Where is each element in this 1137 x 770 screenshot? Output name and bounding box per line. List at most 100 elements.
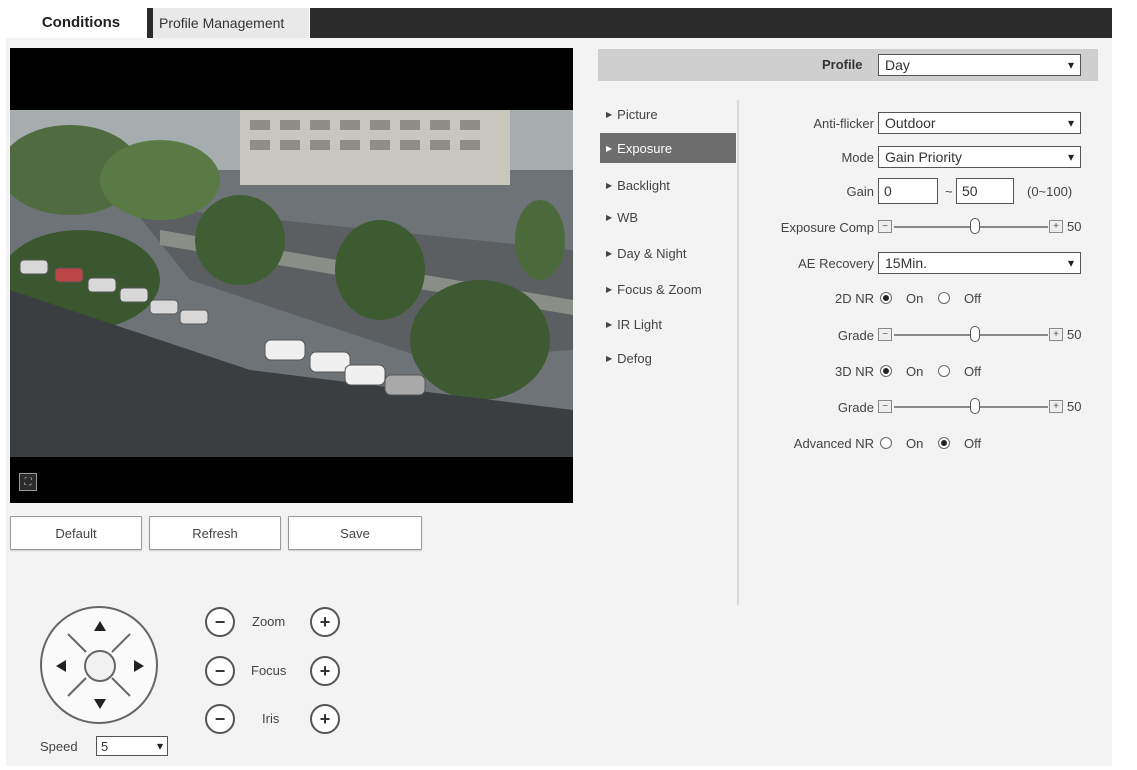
nr2d-off-label: Off bbox=[964, 291, 982, 306]
chevron-down-icon: ▾ bbox=[1067, 150, 1074, 164]
nr3d-grade-plus-button[interactable]: + bbox=[1049, 400, 1063, 413]
anti-flicker-value: Outdoor bbox=[885, 115, 936, 131]
profile-label: Profile bbox=[822, 57, 863, 72]
mode-label: Mode bbox=[841, 150, 874, 165]
iris-label: Iris bbox=[262, 711, 280, 726]
menu-item-label: Day & Night bbox=[617, 245, 687, 261]
refresh-button[interactable]: Refresh bbox=[149, 516, 281, 550]
tab-conditions[interactable]: Conditions bbox=[16, 6, 146, 38]
video-preview[interactable]: ⛶ bbox=[10, 48, 573, 503]
chevron-down-icon: ▾ bbox=[156, 739, 163, 753]
gain-max-input[interactable]: 50 bbox=[956, 178, 1014, 204]
menu-item-wb[interactable]: ▶ WB bbox=[600, 202, 736, 232]
triangle-right-icon: ▶ bbox=[606, 319, 613, 329]
triangle-right-icon: ▶ bbox=[606, 212, 613, 222]
triangle-right-icon: ▶ bbox=[606, 180, 613, 190]
ae-recovery-value: 15Min. bbox=[885, 255, 928, 271]
nr3d-on-radio[interactable] bbox=[880, 365, 892, 377]
triangle-right-icon: ▶ bbox=[606, 143, 613, 153]
menu-item-backlight[interactable]: ▶ Backlight bbox=[600, 170, 736, 200]
nr3d-grade-slider-thumb[interactable] bbox=[970, 398, 980, 414]
tab-bar-background bbox=[310, 8, 1112, 38]
nr2d-on-radio[interactable] bbox=[880, 292, 892, 304]
nr3d-on-label: On bbox=[906, 364, 924, 379]
chevron-down-icon: ▾ bbox=[1067, 256, 1074, 270]
ptz-left-arrow-icon[interactable] bbox=[56, 660, 66, 672]
speed-label: Speed bbox=[40, 739, 78, 754]
iris-open-button[interactable]: + bbox=[310, 704, 340, 734]
tab-profile-management[interactable]: Profile Management bbox=[147, 8, 309, 38]
save-button[interactable]: Save bbox=[288, 516, 422, 550]
focus-label: Focus bbox=[251, 663, 287, 678]
iris-close-button[interactable]: − bbox=[205, 704, 235, 734]
focus-far-button[interactable]: + bbox=[310, 656, 340, 686]
ptz-up-arrow-icon[interactable] bbox=[94, 621, 106, 631]
nr3d-off-label: Off bbox=[964, 364, 982, 379]
anti-flicker-label: Anti-flicker bbox=[813, 116, 874, 131]
menu-item-picture[interactable]: ▶ Picture bbox=[600, 99, 736, 129]
nr3d-off-radio[interactable] bbox=[938, 365, 950, 377]
triangle-right-icon: ▶ bbox=[606, 109, 613, 119]
menu-item-label: Backlight bbox=[617, 177, 670, 193]
profile-select[interactable]: Day ▾ bbox=[878, 54, 1081, 76]
exposure-comp-minus-button[interactable]: − bbox=[878, 220, 892, 233]
menu-item-ir-light[interactable]: ▶ IR Light bbox=[600, 309, 736, 339]
ae-recovery-select[interactable]: 15Min. ▾ bbox=[878, 252, 1081, 274]
nr3d-label: 3D NR bbox=[834, 364, 874, 379]
default-button[interactable]: Default bbox=[10, 516, 142, 550]
advanced-nr-off-label: Off bbox=[964, 436, 982, 451]
chevron-down-icon: ▾ bbox=[1067, 58, 1074, 72]
exposure-comp-label: Exposure Comp bbox=[780, 220, 874, 235]
fullscreen-icon[interactable]: ⛶ bbox=[19, 473, 37, 491]
nr3d-grade-minus-button[interactable]: − bbox=[878, 400, 892, 413]
speed-value: 5 bbox=[101, 738, 109, 754]
focus-near-button[interactable]: − bbox=[205, 656, 235, 686]
menu-item-defog[interactable]: ▶ Defog bbox=[600, 343, 736, 373]
menu-divider bbox=[737, 100, 739, 605]
menu-item-label: WB bbox=[617, 209, 639, 225]
anti-flicker-select[interactable]: Outdoor ▾ bbox=[878, 112, 1081, 134]
exposure-comp-slider-thumb[interactable] bbox=[970, 218, 980, 234]
gain-range-hint: (0~100) bbox=[1027, 184, 1073, 199]
menu-item-focus-zoom[interactable]: ▶ Focus & Zoom bbox=[600, 274, 736, 304]
nr2d-grade-label: Grade bbox=[837, 328, 874, 343]
zoom-label: Zoom bbox=[252, 614, 286, 629]
nr2d-grade-minus-button[interactable]: − bbox=[878, 328, 892, 341]
triangle-right-icon: ▶ bbox=[606, 248, 613, 258]
camera-image bbox=[10, 110, 573, 457]
ae-recovery-label: AE Recovery bbox=[798, 256, 874, 271]
nr2d-grade-slider-thumb[interactable] bbox=[970, 326, 980, 342]
triangle-right-icon: ▶ bbox=[606, 284, 613, 294]
ptz-center-button[interactable] bbox=[84, 650, 116, 682]
advanced-nr-on-radio[interactable] bbox=[880, 437, 892, 449]
zoom-out-button[interactable]: − bbox=[205, 607, 235, 637]
speed-select[interactable]: 5 ▾ bbox=[96, 736, 168, 756]
gain-label: Gain bbox=[846, 184, 874, 199]
nr2d-grade-plus-button[interactable]: + bbox=[1049, 328, 1063, 341]
nr2d-label: 2D NR bbox=[834, 291, 874, 306]
menu-item-label: Exposure bbox=[617, 140, 673, 156]
nr2d-grade-value: 50 bbox=[1067, 327, 1082, 342]
advanced-nr-on-label: On bbox=[906, 436, 924, 451]
gain-min-input[interactable]: 0 bbox=[878, 178, 938, 204]
menu-item-label: Focus & Zoom bbox=[617, 281, 702, 297]
exposure-comp-value: 50 bbox=[1067, 219, 1082, 234]
ptz-down-arrow-icon[interactable] bbox=[94, 699, 106, 709]
menu-item-label: Defog bbox=[617, 350, 652, 366]
menu-item-exposure[interactable]: ▶ Exposure bbox=[600, 133, 736, 163]
nr2d-on-label: On bbox=[906, 291, 924, 306]
menu-item-day-night[interactable]: ▶ Day & Night bbox=[600, 238, 736, 268]
zoom-in-button[interactable]: + bbox=[310, 607, 340, 637]
nr3d-grade-label: Grade bbox=[837, 400, 874, 415]
ptz-right-arrow-icon[interactable] bbox=[134, 660, 144, 672]
menu-item-label: Picture bbox=[617, 106, 658, 122]
advanced-nr-off-radio[interactable] bbox=[938, 437, 950, 449]
mode-select[interactable]: Gain Priority ▾ bbox=[878, 146, 1081, 168]
chevron-down-icon: ▾ bbox=[1067, 116, 1074, 130]
nr2d-off-radio[interactable] bbox=[938, 292, 950, 304]
triangle-right-icon: ▶ bbox=[606, 353, 613, 363]
profile-value: Day bbox=[885, 57, 910, 73]
gain-range-separator: ~ bbox=[945, 184, 953, 199]
exposure-comp-plus-button[interactable]: + bbox=[1049, 220, 1063, 233]
mode-value: Gain Priority bbox=[885, 149, 963, 165]
